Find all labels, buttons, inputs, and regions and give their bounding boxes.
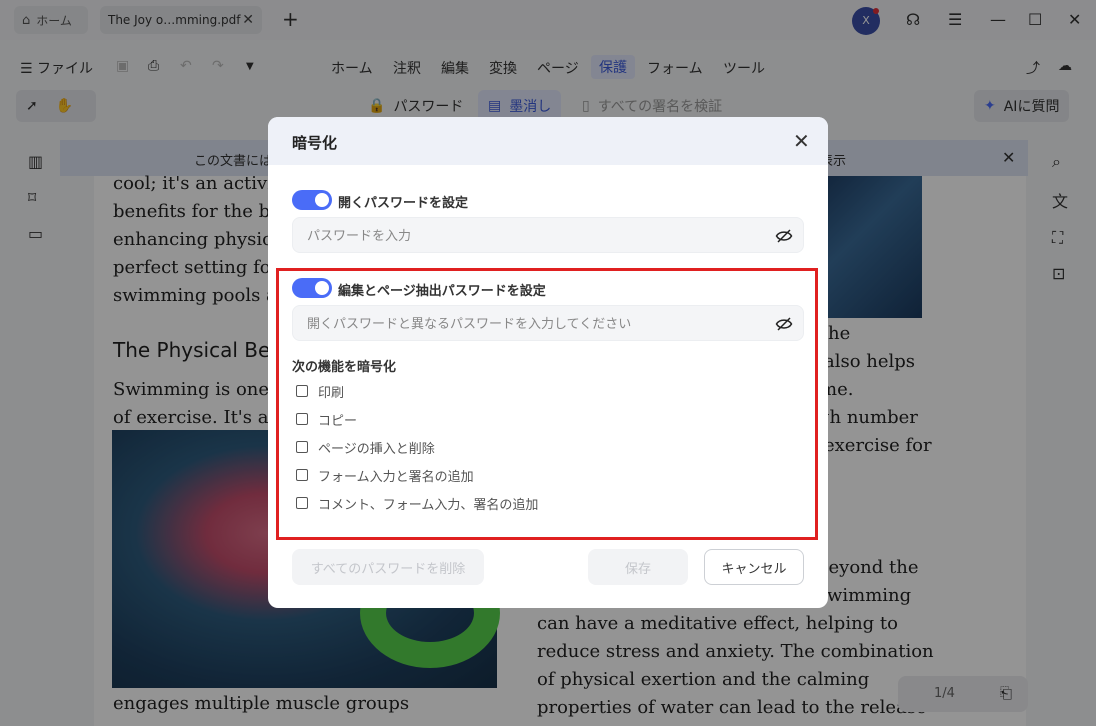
option-comment-form-sign[interactable]: コメント、フォーム入力、署名の追加 — [296, 493, 538, 513]
edit-password-toggle[interactable] — [292, 278, 332, 298]
edit-password-field[interactable] — [292, 305, 804, 341]
remove-all-passwords-button[interactable]: すべてのパスワードを削除 — [292, 549, 484, 585]
open-password-toggle[interactable] — [292, 190, 332, 210]
checkbox[interactable] — [296, 497, 308, 509]
open-password-input[interactable] — [307, 226, 767, 246]
open-password-label: 開くパスワードを設定 — [338, 196, 469, 211]
edit-password-input[interactable] — [307, 314, 767, 334]
encrypt-features-heading: 次の機能を暗号化 — [292, 360, 397, 375]
checkbox[interactable] — [296, 441, 308, 453]
dialog-header: 暗号化 ✕ — [268, 117, 828, 165]
encrypt-dialog: 暗号化 ✕ 開くパスワードを設定 編集とページ抽出パスワードを設定 次の機能を暗… — [268, 117, 828, 608]
open-password-field[interactable] — [292, 217, 804, 253]
eye-off-icon[interactable] — [775, 227, 793, 245]
option-form-fill-sign[interactable]: フォーム入力と署名の追加 — [296, 465, 474, 485]
checkbox[interactable] — [296, 413, 308, 425]
option-label: フォーム入力と署名の追加 — [318, 469, 474, 485]
option-label: コメント、フォーム入力、署名の追加 — [318, 497, 539, 513]
checkbox[interactable] — [296, 469, 308, 481]
option-label: ページの挿入と削除 — [318, 441, 435, 457]
save-button[interactable]: 保存 — [588, 549, 688, 585]
option-insert-delete-pages[interactable]: ページの挿入と削除 — [296, 437, 435, 457]
option-print[interactable]: 印刷 — [296, 381, 344, 401]
option-label: コピー — [318, 413, 358, 429]
option-copy[interactable]: コピー — [296, 409, 357, 429]
cancel-button[interactable]: キャンセル — [704, 549, 804, 585]
close-icon[interactable]: ✕ — [793, 129, 810, 153]
checkbox[interactable] — [296, 385, 308, 397]
option-label: 印刷 — [318, 385, 345, 401]
dialog-title: 暗号化 — [292, 134, 338, 152]
eye-off-icon[interactable] — [775, 315, 793, 333]
edit-password-label: 編集とページ抽出パスワードを設定 — [338, 284, 546, 299]
